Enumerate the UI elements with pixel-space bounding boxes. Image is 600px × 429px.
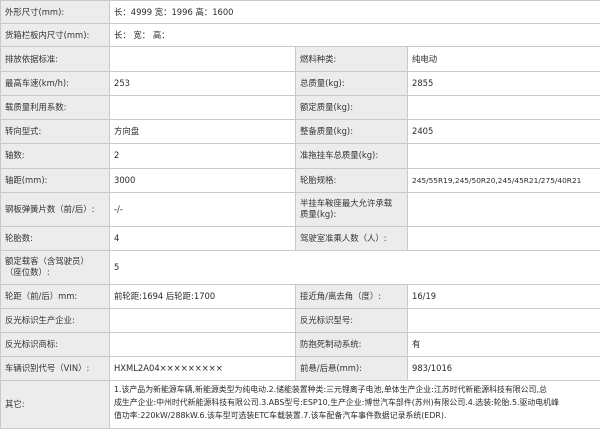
spec-label: 轴数: — [0, 143, 110, 169]
spec-row: 轮胎数: 4 驾驶室准乘人数（人）: — [0, 226, 600, 252]
spec-value — [109, 331, 296, 358]
spec-row: 轴距(mm): 3000 轮胎规格: 245/55R19,245/50R20,2… — [0, 167, 600, 193]
spec-value — [406, 226, 600, 252]
spec-label: 反光标识型号: — [295, 307, 408, 333]
spec-remarks-line: 1.该产品为新能源车辆,新能源类型为纯电动.2.储能装置种类:三元锂离子电池,单… — [114, 385, 547, 395]
spec-label-multiline: 半挂车鞍座最大允许承载 质量(kg): — [295, 191, 408, 228]
spec-row: 车辆识别代号（VIN）: HXML2A04××××××××× 前悬/后悬(mm)… — [0, 356, 600, 382]
spec-label: 反光标识商标: — [0, 331, 110, 358]
spec-remarks-value: 1.该产品为新能源车辆,新能源类型为纯电动.2.储能装置种类:三元锂离子电池,单… — [108, 380, 600, 429]
spec-label: 轴距(mm): — [0, 167, 110, 193]
spec-label: 排放依据标准: — [0, 46, 110, 72]
spec-label: 准拖挂车总质量(kg): — [295, 143, 408, 169]
spec-value: 方向盘 — [109, 119, 296, 145]
spec-label: 载质量利用系数: — [0, 94, 110, 121]
spec-label-line: 额定载客（含驾驶员） — [5, 256, 89, 267]
spec-label: 前悬/后悬(mm): — [295, 356, 408, 382]
spec-row: 转向型式: 方向盘 整备质量(kg): 2405 — [0, 119, 600, 145]
spec-label: 整备质量(kg): — [295, 119, 408, 145]
spec-row-remarks: 其它: 1.该产品为新能源车辆,新能源类型为纯电动.2.储能装置种类:三元锂离子… — [0, 380, 600, 429]
spec-value: 长： 宽： 高： — [108, 23, 600, 48]
spec-label: 接近角/离去角（度）: — [295, 283, 408, 309]
spec-label: 驾驶室准乘人数（人）: — [295, 226, 408, 252]
spec-value: 有 — [406, 331, 600, 358]
spec-row: 载质量利用系数: 额定质量(kg): — [0, 94, 600, 121]
spec-row-cargo-box: 货箱栏板内尺寸(mm): 长： 宽： 高： — [0, 23, 600, 48]
spec-value: HXML2A04××××××××× — [109, 356, 296, 382]
spec-row: 钢板弹簧片数（前/后）: -/- 半挂车鞍座最大允许承载 质量(kg): — [0, 191, 600, 228]
spec-label-multiline: 额定载客（含驾驶员） （座位数）: — [0, 250, 110, 285]
spec-value — [406, 94, 600, 121]
spec-value — [109, 94, 296, 121]
spec-value: 5 — [108, 250, 600, 285]
spec-value — [406, 307, 600, 333]
spec-row-dimensions: 外形尺寸(mm): 长：4999 宽：1996 高：1600 — [0, 0, 600, 25]
spec-value: 983/1016 — [406, 356, 600, 382]
spec-remarks-line: 成生产企业:中州时代新能源科技有限公司.3.ABS型号:ESP10,生产企业:博… — [114, 398, 559, 408]
spec-value: -/- — [109, 191, 296, 228]
spec-value — [109, 46, 296, 72]
spec-row: 反光标识生产企业: 反光标识型号: — [0, 307, 600, 333]
spec-value — [406, 143, 600, 169]
spec-label: 轮距（前/后）mm: — [0, 283, 110, 309]
spec-value: 2405 — [406, 119, 600, 145]
spec-label-line: （座位数）: — [5, 267, 50, 278]
spec-label-line: 半挂车鞍座最大允许承载 — [300, 198, 393, 209]
spec-label: 车辆识别代号（VIN）: — [0, 356, 110, 382]
spec-value: 16/19 — [406, 283, 600, 309]
spec-label: 外形尺寸(mm): — [0, 0, 110, 25]
spec-value: 245/55R19,245/50R20,245/45R21/275/40R21 — [406, 167, 600, 193]
spec-label: 轮胎规格: — [295, 167, 408, 193]
spec-label: 转向型式: — [0, 119, 110, 145]
spec-value — [109, 307, 296, 333]
spec-label: 其它: — [0, 380, 110, 429]
spec-label: 防抱死制动系统: — [295, 331, 408, 358]
spec-value: 4 — [109, 226, 296, 252]
spec-label: 钢板弹簧片数（前/后）: — [0, 191, 110, 228]
spec-value: 3000 — [109, 167, 296, 193]
spec-label: 最高车速(km/h): — [0, 70, 110, 96]
spec-row: 轮距（前/后）mm: 前轮距:1694 后轮距:1700 接近角/离去角（度）:… — [0, 283, 600, 309]
spec-value: 2 — [109, 143, 296, 169]
spec-row: 轴数: 2 准拖挂车总质量(kg): — [0, 143, 600, 169]
spec-value — [406, 191, 600, 228]
spec-label: 燃料种类: — [295, 46, 408, 72]
spec-row: 反光标识商标: 防抱死制动系统: 有 — [0, 331, 600, 358]
spec-value: 长：4999 宽：1996 高：1600 — [108, 0, 600, 25]
spec-label: 反光标识生产企业: — [0, 307, 110, 333]
spec-label: 货箱栏板内尺寸(mm): — [0, 23, 110, 48]
spec-remarks-line: 值功率:220kW/288kW.6.该车型可选装ETC车载装置.7.该车配备汽车… — [114, 411, 447, 421]
spec-label: 总质量(kg): — [295, 70, 408, 96]
spec-value: 纯电动 — [406, 46, 600, 72]
spec-label-line: 质量(kg): — [300, 209, 337, 220]
spec-label: 额定质量(kg): — [295, 94, 408, 121]
spec-label: 轮胎数: — [0, 226, 110, 252]
spec-row-seating: 额定载客（含驾驶员） （座位数）: 5 — [0, 250, 600, 285]
vehicle-spec-table: 外形尺寸(mm): 长：4999 宽：1996 高：1600 货箱栏板内尺寸(m… — [0, 0, 600, 429]
spec-value: 253 — [109, 70, 296, 96]
spec-row: 排放依据标准: 燃料种类: 纯电动 — [0, 46, 600, 72]
spec-row: 最高车速(km/h): 253 总质量(kg): 2855 — [0, 70, 600, 96]
spec-value: 2855 — [406, 70, 600, 96]
spec-value: 前轮距:1694 后轮距:1700 — [109, 283, 296, 309]
